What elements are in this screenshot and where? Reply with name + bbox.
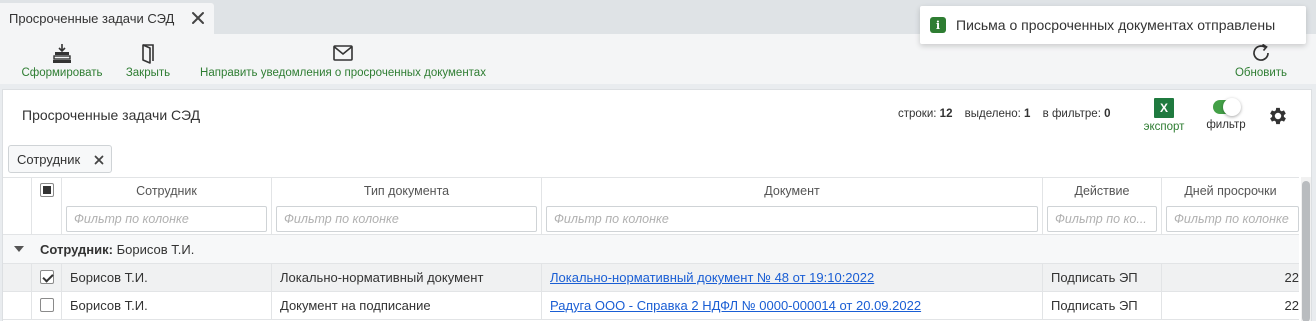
column-overdue-days[interactable]: Дней просрочки [1162, 178, 1299, 235]
close-icon[interactable] [94, 155, 104, 165]
cell-action: Подписать ЭП [1043, 292, 1162, 319]
row-checkbox[interactable] [40, 298, 54, 312]
filtered-count-label: в фильтре: [1042, 108, 1101, 120]
column-title: Тип документа [363, 184, 450, 198]
cell-action: Подписать ЭП [1043, 264, 1162, 291]
filter-overdue-days-input[interactable] [1166, 206, 1299, 232]
column-title: Сотрудник [136, 184, 197, 198]
grid-header: Сотрудник Тип документа Документ Действи… [3, 177, 1299, 235]
grid-scrollbar[interactable] [1301, 177, 1311, 321]
header-select-cell [32, 178, 62, 235]
document-link[interactable]: Локально-нормативный документ № 48 от 19… [550, 270, 874, 285]
cell-document: Радуга ООО - Справка 2 НДФЛ № 0000-00001… [542, 292, 1043, 319]
cell-employee: Борисов Т.И. [62, 264, 272, 291]
filter-action-input[interactable] [1047, 206, 1157, 232]
column-action[interactable]: Действие [1043, 178, 1162, 235]
scrollbar-thumb[interactable] [1302, 181, 1310, 321]
column-title: Дней просрочки [1184, 184, 1277, 198]
send-notifications-button[interactable]: Направить уведомления о просроченных док… [191, 34, 495, 84]
cell-employee: Борисов Т.И. [62, 292, 272, 319]
filter-label: фильтр [1206, 119, 1246, 131]
door-icon [142, 44, 154, 64]
close-label: Закрыть [125, 67, 171, 79]
filtered-count-value: 0 [1104, 108, 1111, 120]
group-chip[interactable]: Сотрудник [8, 145, 112, 173]
cell-overdue-days: 22 [1284, 270, 1299, 285]
column-title: Действие [1074, 184, 1130, 198]
filter-employee-input[interactable] [66, 206, 267, 232]
info-icon: i [930, 17, 946, 33]
tab-overdue-tasks[interactable]: Просроченные задачи СЭД [0, 3, 214, 34]
selected-count-value: 1 [1024, 108, 1031, 120]
group-row-text: Сотрудник: Борисов Т.И. [40, 242, 194, 257]
export-label: экспорт [1143, 121, 1185, 133]
filter-toggle[interactable]: фильтр [1203, 98, 1249, 131]
export-button[interactable]: X экспорт [1140, 98, 1188, 133]
cell-doc-type: Локально-нормативный документ [272, 264, 542, 291]
group-chip-label: Сотрудник [17, 151, 81, 167]
header-expand-cell [3, 178, 32, 235]
filter-doc-type-input[interactable] [276, 206, 537, 232]
success-toast: i Письма о просроченных документах отпра… [920, 6, 1306, 44]
gear-icon[interactable] [1267, 105, 1289, 127]
refresh-label: Обновить [1234, 67, 1288, 79]
cell-overdue-days: 22 [1284, 298, 1299, 313]
filter-document-input[interactable] [546, 206, 1038, 232]
mail-icon [333, 45, 353, 61]
generate-button[interactable]: Сформировать [20, 34, 104, 84]
column-employee[interactable]: Сотрудник [62, 178, 272, 235]
group-label: Сотрудник: [40, 242, 113, 257]
excel-icon: X [1154, 98, 1174, 118]
cell-document: Локально-нормативный документ № 48 от 19… [542, 264, 1043, 291]
row-checkbox[interactable] [40, 270, 54, 284]
close-button[interactable]: Закрыть [123, 34, 173, 84]
document-link[interactable]: Радуга ООО - Справка 2 НДФЛ № 0000-00001… [550, 298, 921, 313]
refresh-icon [1253, 43, 1269, 61]
grid-stats: строки: 12 выделено: 1 в фильтре: 0 [898, 108, 1111, 120]
panel-title: Просроченные задачи СЭД [22, 107, 201, 123]
column-document[interactable]: Документ [542, 178, 1043, 235]
group-value: Борисов Т.И. [116, 242, 195, 257]
close-icon[interactable] [191, 11, 205, 25]
generate-icon [53, 44, 71, 63]
column-title: Документ [764, 184, 820, 198]
send-notifications-label: Направить уведомления о просроченных док… [200, 67, 486, 79]
toast-message: Письма о просроченных документах отправл… [956, 17, 1276, 33]
toggle-switch[interactable] [1213, 98, 1241, 116]
report-panel: Просроченные задачи СЭД строки: 12 выдел… [2, 89, 1312, 321]
tab-title: Просроченные задачи СЭД [9, 11, 175, 26]
collapse-arrow-icon[interactable] [14, 246, 24, 252]
rows-count-value: 12 [939, 108, 953, 120]
group-row[interactable]: Сотрудник: Борисов Т.И. [3, 235, 1299, 264]
select-all-checkbox[interactable] [40, 183, 54, 197]
selected-count-label: выделено: [964, 108, 1021, 120]
table-row[interactable]: Борисов Т.И. Локально-нормативный докуме… [3, 264, 1299, 292]
table-row[interactable]: Борисов Т.И. Документ на подписание Раду… [3, 292, 1299, 320]
generate-label: Сформировать [21, 67, 103, 79]
column-doc-type[interactable]: Тип документа [272, 178, 542, 235]
cell-doc-type: Документ на подписание [272, 292, 542, 319]
rows-count-label: строки: [898, 108, 937, 120]
